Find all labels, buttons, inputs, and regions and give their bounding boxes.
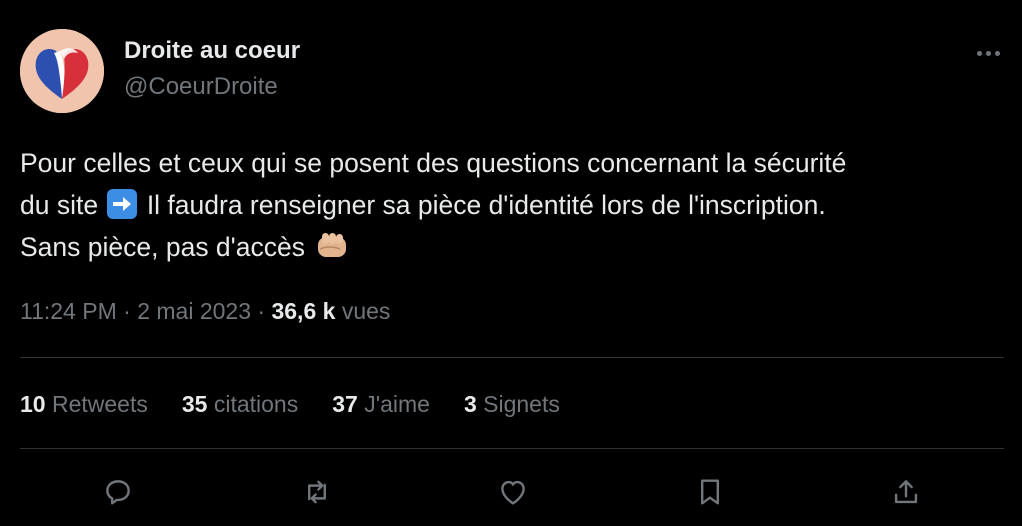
tweet-text-line: Pour celles et ceux qui se posent des qu… bbox=[20, 148, 847, 178]
more-dot-icon bbox=[976, 50, 982, 56]
reply-button[interactable] bbox=[98, 472, 138, 512]
bookmarks-label: Signets bbox=[483, 391, 560, 417]
bookmarks-stat[interactable]: 3 Signets bbox=[464, 389, 560, 419]
right-arrow-emoji-icon bbox=[107, 189, 138, 219]
retweet-icon bbox=[308, 480, 326, 504]
share-button[interactable] bbox=[886, 472, 926, 512]
french-flag-heart-icon bbox=[20, 29, 104, 113]
like-icon bbox=[501, 480, 525, 505]
share-icon bbox=[894, 480, 918, 504]
fist-emoji-icon bbox=[318, 233, 347, 257]
bookmarks-count: 3 bbox=[463, 391, 477, 417]
like-button[interactable] bbox=[493, 472, 533, 512]
tweet: Droite au coeur @CoeurDroite Pour celles… bbox=[0, 0, 1022, 526]
retweets-stat[interactable]: 10 Retweets bbox=[20, 389, 148, 419]
avatar[interactable] bbox=[20, 29, 104, 113]
more-options-button[interactable] bbox=[970, 38, 1006, 68]
tweet-text-segment: Il faudra renseigner sa pièce d'identité… bbox=[139, 190, 826, 220]
more-dot-icon bbox=[994, 50, 1000, 56]
quotes-label: citations bbox=[213, 391, 299, 417]
bookmark-icon bbox=[701, 479, 719, 505]
bookmark-button[interactable] bbox=[690, 472, 730, 512]
likes-stat[interactable]: 37 J'aime bbox=[332, 389, 430, 419]
meta-separator: · bbox=[257, 298, 266, 324]
divider bbox=[20, 357, 1004, 358]
tweet-date[interactable]: 2 mai 2023 bbox=[137, 298, 251, 324]
author-display-name[interactable]: Droite au coeur bbox=[124, 36, 300, 66]
divider bbox=[20, 448, 1004, 449]
tweet-text-line: du site Il faudra renseigner sa pièce d'… bbox=[20, 184, 1000, 226]
tweet-text: Pour celles et ceux qui se posent des qu… bbox=[20, 142, 1000, 268]
tweet-time[interactable]: 11:24 PM bbox=[20, 298, 117, 324]
tweet-text-segment: du site bbox=[20, 190, 106, 220]
views-label: vues bbox=[341, 298, 391, 324]
quotes-stat[interactable]: 35 citations bbox=[182, 389, 298, 419]
likes-count: 37 bbox=[332, 391, 358, 417]
retweet-button[interactable] bbox=[297, 472, 337, 512]
tweet-text-line: Sans pièce, pas d'accès bbox=[20, 226, 1000, 268]
engagement-stats: 10 Retweets 35 citations 37 J'aime 3 Sig… bbox=[20, 389, 594, 419]
views-count: 36,6 k bbox=[271, 298, 336, 324]
likes-label: J'aime bbox=[364, 391, 430, 417]
reply-icon bbox=[106, 480, 130, 505]
retweets-count: 10 bbox=[20, 391, 46, 417]
action-bar bbox=[0, 472, 1022, 512]
retweets-label: Retweets bbox=[51, 391, 148, 417]
quotes-count: 35 bbox=[181, 391, 208, 417]
more-dot-icon bbox=[985, 50, 991, 56]
tweet-meta: 11:24 PM · 2 mai 2023 · 36,6 k vues bbox=[20, 296, 390, 326]
meta-separator: · bbox=[123, 298, 131, 324]
tweet-text-segment: Sans pièce, pas d'accès bbox=[20, 232, 313, 262]
author-handle[interactable]: @CoeurDroite bbox=[124, 72, 278, 102]
